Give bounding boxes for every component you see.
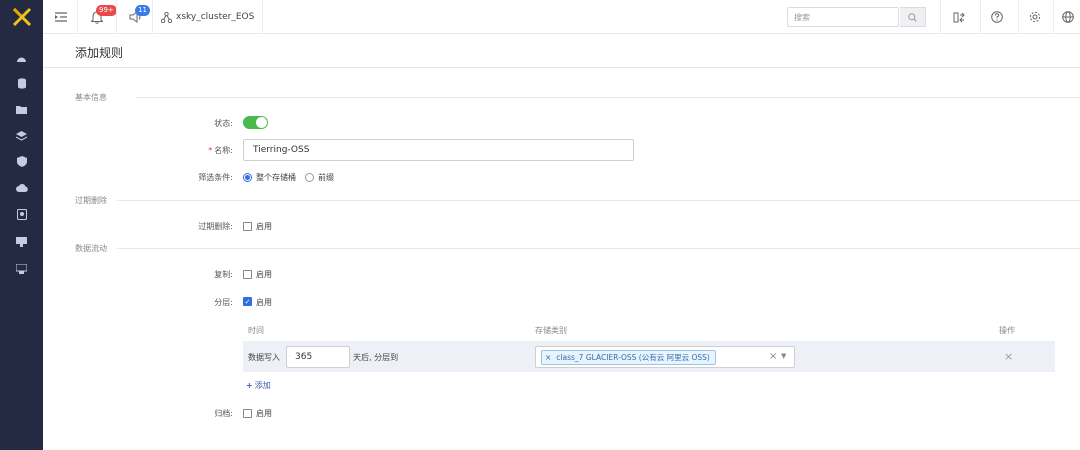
section-basic-info: 基本信息 <box>75 93 107 102</box>
logo[interactable] <box>0 0 43 34</box>
archive-label: 归档: <box>214 409 233 418</box>
section-expiration: 过期删除 <box>75 196 107 205</box>
tiering-checkbox[interactable]: ✓ <box>243 297 252 306</box>
replication-enable-label[interactable]: 启用 <box>256 269 272 280</box>
section-data-flow: 数据流动 <box>75 244 107 253</box>
disk-icon[interactable] <box>15 208 28 221</box>
delete-row-icon[interactable]: × <box>1004 351 1013 362</box>
expiration-checkbox[interactable] <box>243 222 252 231</box>
column-header-time: 时间 <box>248 326 264 335</box>
status-label: 状态: <box>214 119 233 128</box>
filter-prefix-radio[interactable] <box>305 173 314 182</box>
name-label: * 名称: <box>208 146 233 155</box>
archive-enable-label[interactable]: 启用 <box>256 408 272 419</box>
storage-class-tag: × class_7 GLACIER-OSS (公有云 阿里云 OSS) <box>541 350 716 365</box>
add-tier-button[interactable]: + 添加 <box>246 380 271 391</box>
filter-whole-bucket-radio[interactable] <box>243 173 252 182</box>
tag-remove-icon[interactable]: × <box>545 353 551 362</box>
page-title: 添加规则 <box>75 46 124 60</box>
search-button[interactable] <box>900 7 926 27</box>
menu-collapse-icon[interactable] <box>51 0 71 34</box>
status-toggle[interactable] <box>243 116 268 129</box>
cluster-name: xsky_cluster_EOS <box>176 12 255 22</box>
column-header-storage-class: 存储类别 <box>535 326 567 335</box>
select-clear-icon[interactable]: × <box>769 351 777 362</box>
folder-icon[interactable] <box>15 103 28 116</box>
chevron-down-icon[interactable]: ▼ <box>781 352 786 360</box>
database-icon[interactable] <box>15 77 28 90</box>
column-header-actions: 操作 <box>999 326 1015 335</box>
row-prefix-text: 数据写入 <box>248 353 280 362</box>
layers-icon[interactable] <box>15 129 28 142</box>
announcement-badge: 11 <box>135 5 150 16</box>
filter-whole-bucket-label[interactable]: 整个存储桶 <box>256 172 296 183</box>
row-suffix-text: 天后, 分层到 <box>353 353 399 362</box>
cloud-icon[interactable] <box>15 181 28 194</box>
tiering-enable-label[interactable]: 启用 <box>256 297 272 308</box>
dashboard-icon[interactable] <box>15 52 28 65</box>
days-input[interactable]: 365 <box>286 346 350 368</box>
search-icon <box>908 12 917 22</box>
server-icon[interactable] <box>15 262 28 275</box>
notification-badge: 99+ <box>96 5 117 16</box>
cluster-selector[interactable]: xsky_cluster_EOS <box>161 0 254 34</box>
replication-label: 复制: <box>214 270 233 279</box>
storage-class-select[interactable]: × class_7 GLACIER-OSS (公有云 阿里云 OSS) × ▼ <box>535 346 795 368</box>
filter-label: 筛选条件: <box>198 173 233 182</box>
help-icon[interactable] <box>985 0 1009 34</box>
shield-icon[interactable] <box>15 155 28 168</box>
monitor-icon[interactable] <box>15 235 28 248</box>
settings-gear-icon[interactable] <box>1023 0 1047 34</box>
transfer-icon[interactable] <box>947 0 971 34</box>
name-input[interactable]: Tierring-OSS <box>243 139 634 161</box>
sidebar <box>0 0 43 450</box>
tiering-label: 分层: <box>214 298 233 307</box>
archive-checkbox[interactable] <box>243 409 252 418</box>
filter-prefix-label[interactable]: 前缀 <box>318 172 334 183</box>
cluster-icon <box>161 11 172 23</box>
search-input[interactable]: 搜索 <box>787 7 899 27</box>
replication-checkbox[interactable] <box>243 270 252 279</box>
expiration-enable-label[interactable]: 启用 <box>256 221 272 232</box>
language-globe-icon[interactable] <box>1057 0 1079 34</box>
top-bar: 99+ 11 xsky_cluster_EOS 搜索 <box>43 0 1080 34</box>
expiration-label: 过期删除: <box>198 222 233 231</box>
